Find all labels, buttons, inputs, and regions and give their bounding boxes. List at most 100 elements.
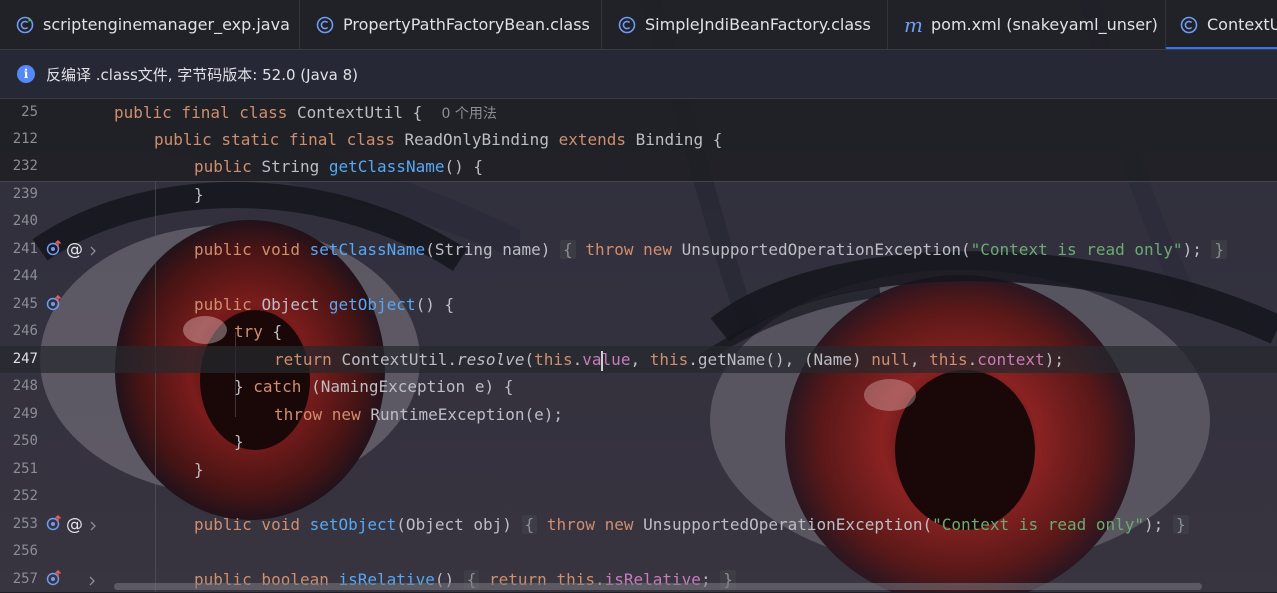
usages-hint[interactable]: 0 个用法 xyxy=(442,106,497,122)
line-number: 244 xyxy=(12,268,38,284)
code-text: Binding { xyxy=(635,130,723,149)
code-line[interactable]: 253 @ public void setObject(Object obj) … xyxy=(0,511,1277,538)
tab-label: SimpleJndiBeanFactory.class xyxy=(645,15,871,34)
code-line[interactable]: 248 } catch (NamingException e) { xyxy=(0,373,1277,400)
string-literal: "Context is read only" xyxy=(970,240,1183,259)
keyword: public xyxy=(194,295,262,314)
folded-brace[interactable]: } xyxy=(1172,515,1189,534)
code-text: (String name) xyxy=(425,240,561,259)
code-line[interactable]: 246 try { xyxy=(0,318,1277,345)
code-text: { xyxy=(272,322,283,341)
string-literal: "Context is read only" xyxy=(932,515,1145,534)
static-method-name: resolve xyxy=(457,350,525,369)
keyword: public void xyxy=(194,240,310,259)
keyword: this xyxy=(534,350,573,369)
tab-label: scriptenginemanager_exp.java xyxy=(43,15,290,34)
tab-propertypathfactorybean[interactable]: PropertyPathFactoryBean.class xyxy=(300,0,602,49)
code-line[interactable]: 252 xyxy=(0,483,1277,510)
line-number: 241 xyxy=(12,241,38,257)
folded-brace[interactable]: { xyxy=(521,515,538,534)
class-icon xyxy=(316,16,334,34)
code-line[interactable]: 244 xyxy=(0,263,1277,290)
line-number: 245 xyxy=(12,296,38,312)
keyword: this xyxy=(649,350,689,369)
sticky-line[interactable]: 232 public String getClassName() { xyxy=(0,153,1277,180)
class-name: ContextUtil xyxy=(297,103,403,122)
code-line[interactable]: 256 xyxy=(0,538,1277,565)
code-line[interactable]: 239 } xyxy=(0,181,1277,208)
line-number: 25 xyxy=(21,104,38,120)
java-class-runnable-icon xyxy=(16,16,34,34)
code-text: .getName(), (Name) xyxy=(688,350,872,369)
code-text: () { xyxy=(444,157,483,176)
implements-method-icon[interactable] xyxy=(46,569,62,590)
tab-label: PropertyPathFactoryBean.class xyxy=(343,15,590,34)
line-number: 232 xyxy=(12,158,38,174)
code-line[interactable]: 249 throw new RuntimeException(e); xyxy=(0,401,1277,428)
code-line[interactable]: 240 xyxy=(0,208,1277,235)
code-line[interactable]: 250 } xyxy=(0,428,1277,455)
keyword: public xyxy=(194,157,262,176)
code-text: } xyxy=(194,185,204,204)
method-name: getClassName xyxy=(328,157,445,176)
line-number: 246 xyxy=(12,323,38,339)
gutter-icons: @ xyxy=(46,239,97,260)
annotation-icon[interactable]: @ xyxy=(66,517,83,534)
line-number: 253 xyxy=(12,516,38,532)
code-text: } xyxy=(234,432,244,451)
tab-contextutil[interactable]: ContextU xyxy=(1166,0,1277,49)
implements-method-icon[interactable] xyxy=(46,239,62,260)
chevron-right-icon[interactable] xyxy=(89,516,97,535)
keyword: public static final class xyxy=(154,130,405,149)
class-icon xyxy=(1180,16,1198,34)
method-name: setObject xyxy=(309,515,397,534)
gutter-icons xyxy=(46,294,62,315)
banner-text: 反编译 .class文件, 字节码版本: 52.0 (Java 8) xyxy=(46,65,358,84)
method-name: setClassName xyxy=(309,240,426,259)
line-number: 250 xyxy=(12,433,38,449)
keyword: throw new xyxy=(585,240,682,259)
annotation-icon[interactable]: @ xyxy=(66,242,83,259)
chevron-right-icon[interactable] xyxy=(89,241,97,260)
code-line[interactable]: 251 } xyxy=(0,456,1277,483)
code-text: ); xyxy=(1044,350,1064,369)
gutter-icons: @ xyxy=(46,514,97,535)
tab-simplejndibeanfactory[interactable]: SimpleJndiBeanFactory.class xyxy=(602,0,888,49)
code-line[interactable]: 245 public Object getObject() { xyxy=(0,291,1277,318)
code-text: } xyxy=(234,377,254,396)
line-number: 240 xyxy=(12,213,38,229)
code-text: UnsupportedOperationException( xyxy=(681,240,971,259)
line-number: 252 xyxy=(12,488,38,504)
keyword: null xyxy=(871,350,910,369)
horizontal-scrollbar[interactable] xyxy=(114,583,1202,590)
tab-scriptenginemanager-exp[interactable]: scriptenginemanager_exp.java xyxy=(0,0,300,49)
code-line-current[interactable]: 247 return ContextUtil.resolve(this.valu… xyxy=(0,346,1277,373)
sticky-line[interactable]: 212 public static final class ReadOnlyBi… xyxy=(0,126,1277,153)
keyword: extends xyxy=(558,130,636,149)
line-number: 239 xyxy=(12,186,38,202)
implements-method-icon[interactable] xyxy=(46,514,62,535)
code-text: (NamingException e) { xyxy=(311,377,514,396)
sticky-line[interactable]: 25 public final class ContextUtil { 0 个用… xyxy=(0,99,1277,126)
keyword: return xyxy=(274,350,342,369)
line-number: 256 xyxy=(12,543,38,559)
sticky-lines-header[interactable]: 25 public final class ContextUtil { 0 个用… xyxy=(0,98,1277,182)
method-name: getObject xyxy=(328,295,416,314)
code-editor[interactable]: 25 public final class ContextUtil { 0 个用… xyxy=(0,98,1277,592)
code-text: } xyxy=(194,460,204,479)
folded-brace[interactable]: { xyxy=(560,240,576,259)
field-name: lue xyxy=(601,350,631,369)
folded-brace[interactable]: } xyxy=(1211,240,1228,259)
tab-label: pom.xml (snakeyaml_unser) xyxy=(931,15,1158,34)
maven-icon: m xyxy=(904,12,923,37)
chevron-right-icon[interactable] xyxy=(88,571,96,590)
editor-tab-bar: scriptenginemanager_exp.java PropertyPat… xyxy=(0,0,1277,50)
field-name: context xyxy=(977,350,1045,369)
code-line[interactable]: 241 @ public void setClassName(String na… xyxy=(0,236,1277,263)
tab-pom-xml[interactable]: m pom.xml (snakeyaml_unser) xyxy=(888,0,1166,49)
code-text: (Object obj) xyxy=(396,515,522,534)
type-name: Object xyxy=(261,295,329,314)
implements-method-icon[interactable] xyxy=(46,294,62,315)
keyword: this xyxy=(929,350,968,369)
class-name: ContextUtil. xyxy=(341,350,458,369)
